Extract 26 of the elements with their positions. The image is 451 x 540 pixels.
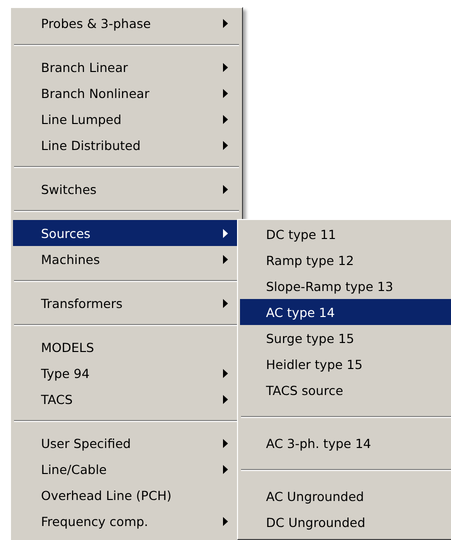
menu-item[interactable]: Ramp type 12 xyxy=(240,247,451,273)
menu-item[interactable]: Line Distributed xyxy=(13,132,240,158)
menu-item[interactable]: DC Ungrounded xyxy=(240,509,451,535)
menu-item[interactable]: Overhead Line (PCH) xyxy=(13,482,240,508)
menu-item[interactable]: TACS xyxy=(13,386,240,412)
menu-item[interactable]: AC Ungrounded xyxy=(240,483,451,509)
menu-item[interactable]: AC 3-ph. type 14 xyxy=(240,430,451,456)
menu-item[interactable]: Surge type 15 xyxy=(240,325,451,351)
menu-item[interactable]: DC type 11 xyxy=(240,221,451,247)
menu-item[interactable]: Type 94 xyxy=(13,360,240,386)
menu-item[interactable]: AC type 14 xyxy=(240,299,451,325)
menu-item[interactable]: Heidler type 15 xyxy=(240,351,451,377)
menu-item[interactable]: Branch Linear xyxy=(13,54,240,80)
menu-item[interactable]: Transformers xyxy=(13,290,240,316)
menu-item[interactable]: Branch Nonlinear xyxy=(13,80,240,106)
menu-item[interactable]: User Specified xyxy=(13,430,240,456)
menu-item[interactable]: Frequency comp. xyxy=(13,508,240,534)
menu-item[interactable]: MODELS xyxy=(13,334,240,360)
menu-item[interactable]: Machines xyxy=(13,246,240,272)
menu-item[interactable]: TACS source xyxy=(240,377,451,403)
menu-item[interactable]: Slope-Ramp type 13 xyxy=(240,273,451,299)
menu-item[interactable]: Line Lumped xyxy=(13,106,240,132)
menu-item[interactable]: Switches xyxy=(13,176,240,202)
menu-item[interactable]: Probes & 3-phase xyxy=(13,10,240,36)
menu-item[interactable]: Line/Cable xyxy=(13,456,240,482)
menu-item[interactable]: Sources xyxy=(13,220,240,246)
